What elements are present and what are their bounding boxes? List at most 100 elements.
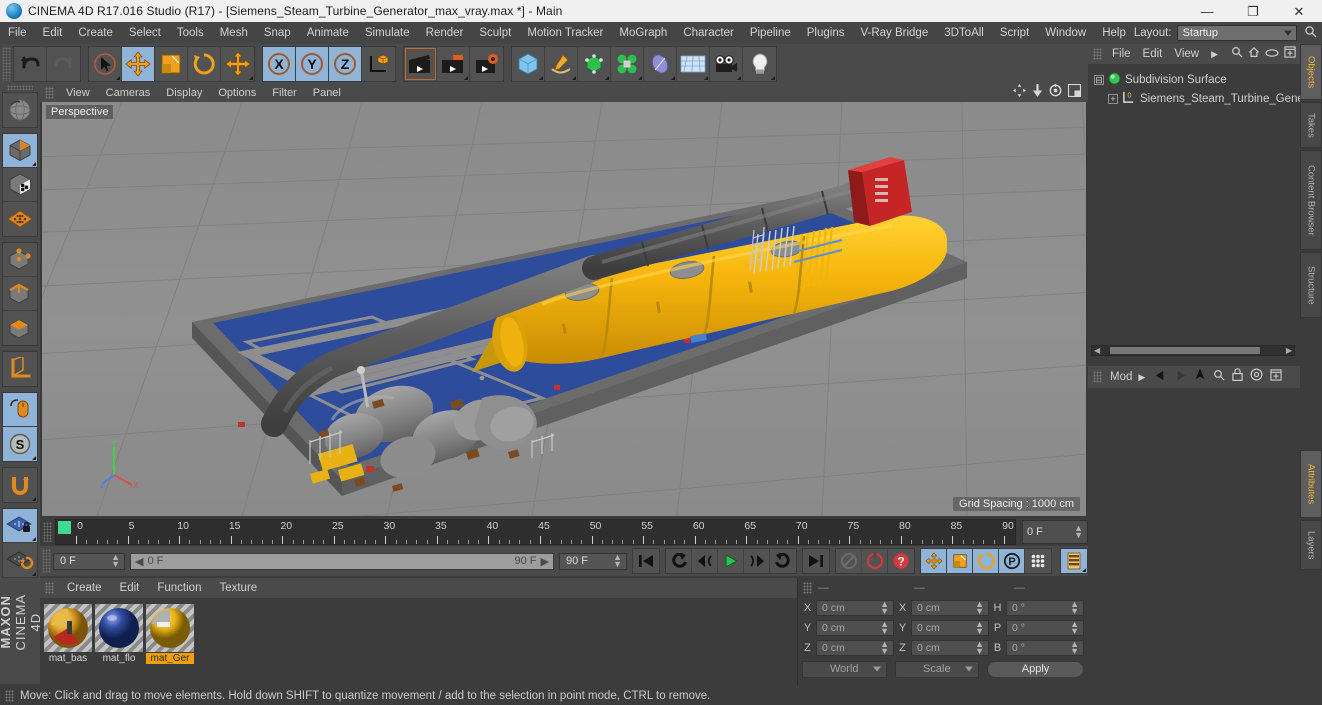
add-mograph-button[interactable] <box>611 47 644 81</box>
add-icon[interactable] <box>1270 368 1282 386</box>
tool-options-corner[interactable] <box>704 76 708 80</box>
lock-workplane-button[interactable] <box>3 508 37 543</box>
current-frame-marker[interactable] <box>58 521 71 534</box>
spinner-icon[interactable]: ▲ ▼ <box>1070 640 1079 656</box>
render-to-picture-viewer-button[interactable] <box>437 47 470 81</box>
spinner-icon[interactable]: ▲ ▼ <box>880 640 889 656</box>
material-menu-function[interactable]: Function <box>148 582 210 594</box>
expand-collapse-icon[interactable]: ⊟ <box>1094 74 1104 85</box>
tool-options-corner[interactable] <box>464 76 468 80</box>
record-active-objects-button[interactable] <box>836 549 862 573</box>
parameter-key-button[interactable]: P <box>999 549 1025 573</box>
menu-item-plugins[interactable]: Plugins <box>799 22 853 44</box>
snap-magnet-button[interactable] <box>3 468 37 502</box>
y-axis-lock[interactable]: Y <box>296 47 329 81</box>
tool-options-corner[interactable] <box>249 76 253 80</box>
menu-item-sculpt[interactable]: Sculpt <box>471 22 519 44</box>
menu-item-create[interactable]: Create <box>70 22 121 44</box>
material-preview[interactable] <box>44 604 92 652</box>
tool-options-corner[interactable] <box>638 76 642 80</box>
dolly-view-icon[interactable] <box>1032 84 1043 102</box>
coord-field-size-x[interactable]: 0 cm ▲ ▼ <box>911 600 989 616</box>
material-menu-texture[interactable]: Texture <box>210 582 266 594</box>
tool-options-corner[interactable] <box>737 76 741 80</box>
add-generator-button[interactable] <box>578 47 611 81</box>
menu-item-pipeline[interactable]: Pipeline <box>742 22 799 44</box>
render-view-button[interactable] <box>404 47 437 81</box>
soft-selection-button[interactable]: S <box>3 426 37 461</box>
material-preview[interactable] <box>146 604 194 652</box>
position-key-button[interactable] <box>921 549 947 573</box>
slider-right-arrow-icon[interactable]: ▶ <box>541 555 549 568</box>
menu-item-select[interactable]: Select <box>121 22 169 44</box>
menu-item-simulate[interactable]: Simulate <box>357 22 418 44</box>
spinner-icon[interactable]: ▲ ▼ <box>1070 600 1079 616</box>
menu-item-motion-tracker[interactable]: Motion Tracker <box>519 22 611 44</box>
menu-item-animate[interactable]: Animate <box>299 22 357 44</box>
toolbar-grip[interactable] <box>2 47 11 81</box>
tool-options-corner[interactable] <box>32 496 36 501</box>
menu-item-edit[interactable]: Edit <box>35 22 71 44</box>
object-menu-edit[interactable]: Edit <box>1137 48 1169 60</box>
viewport-menu-panel[interactable]: Panel <box>305 87 349 99</box>
spinner-icon[interactable]: ▲ ▼ <box>880 600 889 616</box>
coord-field-size-z[interactable]: 0 cm ▲ ▼ <box>911 640 989 656</box>
spinner-icon[interactable]: ▲ ▼ <box>975 640 984 656</box>
menu-item-file[interactable]: File <box>0 22 35 44</box>
apply-button[interactable]: Apply <box>987 660 1085 678</box>
workplane-rotate-button[interactable] <box>3 543 37 577</box>
viewport-menu-display[interactable]: Display <box>158 87 210 99</box>
object-tree-row-turbine[interactable]: + 0 Siemens_Steam_Turbine_General <box>1092 89 1300 108</box>
tool-options-corner[interactable] <box>32 161 36 166</box>
coordinate-mode-dropdown[interactable]: Scale <box>894 660 980 678</box>
object-menu-file[interactable]: File <box>1106 48 1137 60</box>
viewport-menu-options[interactable]: Options <box>210 87 264 99</box>
object-axis-mode-button[interactable] <box>3 352 37 386</box>
live-selection-tool[interactable] <box>89 47 122 81</box>
object-manager-grip[interactable] <box>1093 48 1102 60</box>
link-icon[interactable] <box>1265 45 1279 63</box>
go-to-previous-frame-button[interactable] <box>692 549 718 573</box>
tool-options-corner[interactable] <box>771 76 775 80</box>
add-cube-object-button[interactable] <box>512 47 545 81</box>
timeline-frame-field[interactable]: 0 F ▲ ▼ <box>1022 520 1088 544</box>
spinner-icon[interactable]: ▲ ▼ <box>613 553 622 569</box>
add-camera-button[interactable] <box>710 47 743 81</box>
tool-options-corner[interactable] <box>572 76 576 80</box>
material-item[interactable]: mat_bas <box>44 604 92 664</box>
enable-axis-modification-button[interactable] <box>3 392 37 427</box>
tab-takes[interactable]: Takes <box>1300 102 1322 148</box>
menu-item-help[interactable]: Help <box>1094 22 1134 44</box>
attribute-manager-grip[interactable] <box>1093 371 1102 383</box>
tab-content-browser[interactable]: Content Browser <box>1300 150 1322 250</box>
undo-view-button[interactable] <box>3 93 37 127</box>
model-mode-button[interactable] <box>3 133 37 168</box>
timeline-ruler[interactable]: 0 5 10 15 20 25 30 35 40 45 50 55 60 65 70 75 80 85 90 <box>55 519 1016 545</box>
attribute-mode-arrow[interactable]: ▶ <box>1135 372 1148 383</box>
coord-field-pos-y[interactable]: 0 cm ▲ ▼ <box>816 620 894 636</box>
menu-item-snap[interactable]: Snap <box>256 22 299 44</box>
coord-field-rot-p[interactable]: 0 ° ▲ ▼ <box>1006 620 1084 636</box>
keyframe-selection-button[interactable]: ? <box>888 549 914 573</box>
material-menu-edit[interactable]: Edit <box>111 582 149 594</box>
maximize-button[interactable]: ❐ <box>1230 0 1276 22</box>
tool-options-corner[interactable] <box>32 571 36 576</box>
viewport-3d-canvas[interactable]: Perspective Grid Spacing : 1000 cm Y X Z <box>42 102 1086 516</box>
spinner-icon[interactable]: ▲ ▼ <box>111 553 120 569</box>
tab-objects[interactable]: Objects <box>1300 44 1322 100</box>
search-icon[interactable] <box>1213 368 1225 386</box>
home-icon[interactable] <box>1248 45 1260 63</box>
minimize-button[interactable]: — <box>1184 0 1230 22</box>
pan-view-icon[interactable] <box>1013 84 1026 102</box>
coord-field-rot-h[interactable]: 0 ° ▲ ▼ <box>1006 600 1084 616</box>
forward-arrow-icon[interactable] <box>1174 368 1187 386</box>
scroll-right-arrow-icon[interactable]: ▶ <box>1284 346 1294 355</box>
tab-attributes[interactable]: Attributes <box>1300 450 1322 518</box>
spinner-icon[interactable]: ▲ ▼ <box>1070 620 1079 636</box>
coord-field-pos-x[interactable]: 0 cm ▲ ▼ <box>816 600 894 616</box>
attribute-mode-label[interactable]: Mod <box>1107 371 1135 383</box>
workplane-mode-button[interactable] <box>3 202 37 236</box>
z-axis-lock[interactable]: Z <box>329 47 362 81</box>
tool-options-corner[interactable] <box>116 76 120 80</box>
object-tree-row-subdivision-surface[interactable]: ⊟ Subdivision Surface <box>1092 70 1300 89</box>
